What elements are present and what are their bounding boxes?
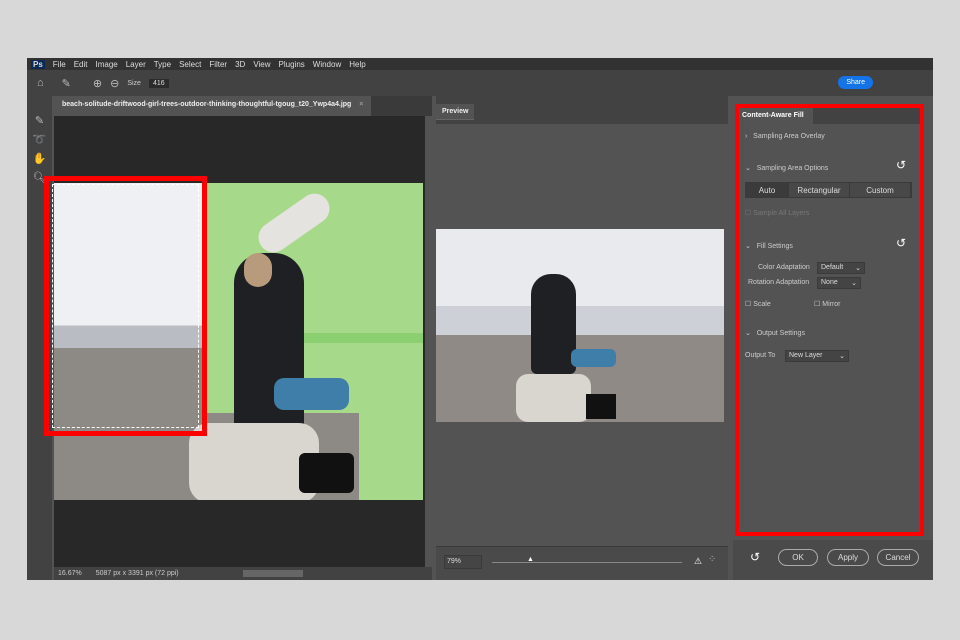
preview-tab-bar [436,96,728,124]
preview-controls: 79% ▲ ⚠ ⁘ [436,546,728,580]
menu-type[interactable]: Type [154,60,171,69]
menu-plugins[interactable]: Plugins [279,60,305,69]
photoshop-window: Ps File Edit Image Layer Type Select Fil… [27,58,933,580]
menu-image[interactable]: Image [95,60,117,69]
preview-tab[interactable]: Preview [436,104,475,120]
brush-tool-icon[interactable]: ✎ [62,77,71,90]
menu-3d[interactable]: 3D [235,60,245,69]
menu-file[interactable]: File [53,60,66,69]
menu-filter[interactable]: Filter [209,60,227,69]
lasso-icon[interactable]: ➰ [27,133,52,146]
menu-edit[interactable]: Edit [74,60,88,69]
content-aware-fill-panel: Content-Aware Fill › Sampling Area Overl… [733,96,933,580]
size-label: Size [127,79,141,87]
menu-help[interactable]: Help [349,60,365,69]
sampling-brush-icon[interactable]: ✎ [27,114,52,127]
size-input[interactable]: 416 [148,78,169,88]
sampling-area-highlight [44,176,207,436]
document-tab[interactable]: beach-solitude-driftwood-girl-trees-outd… [54,96,372,116]
share-button[interactable]: Share [838,76,873,89]
menu-view[interactable]: View [253,60,270,69]
slider-thumb[interactable]: ▲ [527,556,534,563]
add-to-sample-icon[interactable]: ⊕ [93,77,102,90]
document-dimensions: 5087 px x 3391 px (72 ppi) [95,570,179,577]
menu-select[interactable]: Select [179,60,201,69]
horizontal-scrollbar[interactable] [242,570,303,577]
document-tabs: beach-solitude-driftwood-girl-trees-outd… [54,96,432,116]
hand-icon[interactable]: ✋ [27,152,52,165]
close-icon[interactable]: × [359,101,363,108]
ps-logo: Ps [31,59,45,69]
cancel-button[interactable]: Cancel [877,549,919,566]
panel-highlight [735,104,924,536]
zoom-level: 16.67% [58,570,82,577]
document-title: beach-solitude-driftwood-girl-trees-outd… [62,101,352,108]
preview-zoom-slider[interactable] [492,562,682,563]
ok-button[interactable]: OK [778,549,818,566]
preview-panel: Preview 79% ▲ ⚠ ⁘ [436,96,728,580]
home-icon[interactable]: ⌂ [37,77,44,89]
warning-icon: ⚠ [694,556,703,566]
status-bar: 16.67% 5087 px x 3391 px (72 ppi) [54,567,432,580]
menu-window[interactable]: Window [313,60,341,69]
menu-bar: Ps File Edit Image Layer Type Select Fil… [27,58,933,70]
preview-image [436,229,724,422]
preview-zoom-input[interactable]: 79% [444,555,482,569]
loading-icon: ⁘ [708,554,717,565]
options-bar: ⌂ ✎ ⊕ ⊖ Size 416 [27,70,933,96]
subtract-from-sample-icon[interactable]: ⊖ [110,77,119,90]
reset-all-icon[interactable]: ↺ [750,550,760,564]
menu-layer[interactable]: Layer [126,60,146,69]
apply-button[interactable]: Apply [827,549,869,566]
